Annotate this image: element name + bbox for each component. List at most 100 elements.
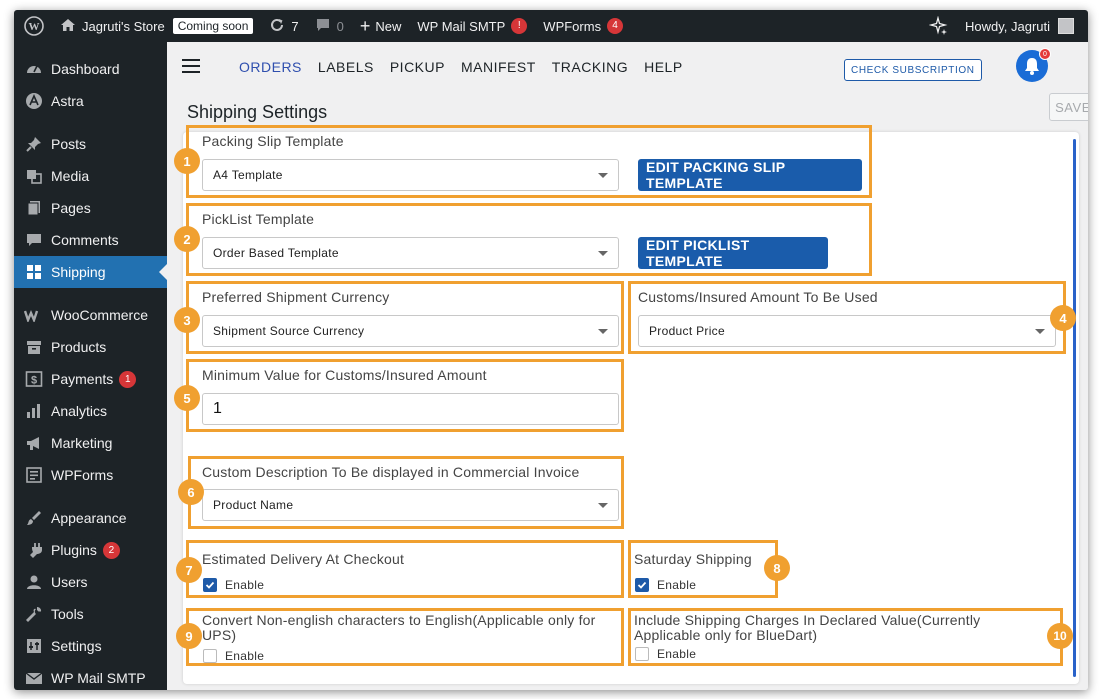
customs-amount-select[interactable]: Product Price	[638, 315, 1056, 347]
updates-link[interactable]: 7	[261, 10, 306, 42]
tab-pickup[interactable]: PICKUP	[390, 59, 445, 75]
sidebar-item-products[interactable]: Products	[14, 331, 167, 363]
chevron-down-icon	[598, 329, 608, 334]
saturday-checkbox[interactable]: Enable	[635, 578, 696, 592]
scrollbar[interactable]	[1073, 139, 1076, 677]
customs-amount-value: Product Price	[649, 324, 725, 338]
edit-picklist-button[interactable]: EDIT PICKLIST TEMPLATE	[638, 237, 828, 269]
plus-icon: +	[359, 16, 371, 36]
tab-manifest[interactable]: MANIFEST	[461, 59, 536, 75]
plugins-badge: 2	[102, 541, 120, 559]
sidebar-item-marketing[interactable]: Marketing	[14, 427, 167, 459]
sidebar-item-label: Payments	[51, 371, 114, 387]
sidebar-item-dashboard[interactable]: Dashboard	[14, 53, 167, 85]
sidebar-item-label: WooCommerce	[51, 307, 148, 323]
currency-select[interactable]: Shipment Source Currency	[202, 315, 619, 347]
tab-orders[interactable]: ORDERS	[239, 59, 302, 75]
sidebar-item-analytics[interactable]: Analytics	[14, 395, 167, 427]
chevron-down-icon	[598, 503, 608, 508]
wpforms-link[interactable]: WPForms 4	[535, 10, 631, 42]
checkmark-icon	[203, 578, 217, 592]
sidebar-item-posts[interactable]: Posts	[14, 128, 167, 160]
min-value-input[interactable]: 1	[202, 393, 619, 425]
mail-icon	[24, 668, 44, 688]
shipping-charges-checkbox[interactable]: Enable	[635, 647, 696, 661]
new-content-link[interactable]: + New	[352, 10, 410, 42]
chevron-down-icon	[1035, 329, 1045, 334]
astra-icon	[24, 91, 44, 111]
page-title: Shipping Settings	[187, 102, 328, 122]
tab-help[interactable]: HELP	[644, 59, 683, 75]
sidebar-item-settings[interactable]: Settings	[14, 630, 167, 662]
sidebar-item-comments[interactable]: Comments	[14, 224, 167, 256]
edit-packing-slip-button[interactable]: EDIT PACKING SLIP TEMPLATE	[638, 159, 862, 191]
tab-labels[interactable]: LABELS	[318, 59, 374, 75]
callout-marker-4: 4	[1050, 305, 1076, 331]
sidebar-item-shipping[interactable]: Shipping	[14, 256, 167, 288]
est-delivery-label: Estimated Delivery At Checkout	[202, 551, 405, 567]
sidebar-item-wpforms[interactable]: WPForms	[14, 459, 167, 491]
sidebar-item-users[interactable]: Users	[14, 566, 167, 598]
non-english-label-line1: Convert Non-english characters to Englis…	[202, 612, 596, 628]
sidebar-item-label: Pages	[51, 200, 91, 216]
callout-marker-10: 10	[1047, 623, 1073, 649]
menu-toggle-icon[interactable]	[182, 59, 200, 77]
brush-icon	[24, 508, 44, 528]
plugin-nav: ORDERS LABELS PICKUP MANIFEST TRACKING H…	[239, 59, 699, 75]
min-value-label: Minimum Value for Customs/Insured Amount	[202, 367, 487, 383]
callout-marker-1: 1	[174, 148, 200, 174]
est-delivery-checkbox[interactable]: Enable	[203, 578, 264, 592]
sidebar-item-appearance[interactable]: Appearance	[14, 502, 167, 534]
sidebar-item-payments[interactable]: $ Payments 1	[14, 363, 167, 395]
sidebar-item-pages[interactable]: Pages	[14, 192, 167, 224]
admin-bar: W Jagruti's Store Coming soon 7 0 + New	[14, 10, 1088, 42]
megaphone-icon	[24, 433, 44, 453]
custom-description-select[interactable]: Product Name	[202, 489, 619, 521]
callout-marker-6: 6	[178, 479, 204, 505]
media-icon	[24, 166, 44, 186]
wpforms-label: WPForms	[543, 18, 602, 34]
sidebar-item-label: Products	[51, 339, 107, 355]
packing-slip-label: Packing Slip Template	[202, 133, 344, 149]
sidebar-item-label: Appearance	[51, 510, 127, 526]
non-english-label: Convert Non-english characters to Englis…	[202, 613, 596, 643]
chevron-down-icon	[598, 251, 608, 256]
packing-slip-select[interactable]: A4 Template	[202, 159, 619, 191]
tab-tracking[interactable]: TRACKING	[552, 59, 628, 75]
non-english-checkbox[interactable]: Enable	[203, 649, 264, 663]
sidebar-item-label: Media	[51, 168, 90, 184]
notifications-badge: 0	[1039, 48, 1051, 60]
ai-sparkle-icon[interactable]	[921, 10, 957, 42]
sidebar-item-label: Posts	[51, 136, 87, 152]
refresh-icon	[269, 17, 285, 36]
admin-sidebar: Dashboard Astra Posts Media Pages Commen…	[14, 42, 167, 690]
comments-link[interactable]: 0	[307, 10, 352, 42]
sidebar-item-label: Plugins	[51, 542, 97, 558]
custom-description-label: Custom Description To Be displayed in Co…	[202, 464, 580, 480]
bar-chart-icon	[24, 401, 44, 421]
picklist-select[interactable]: Order Based Template	[202, 237, 619, 269]
dashboard-icon	[24, 59, 44, 79]
main-content: ORDERS LABELS PICKUP MANIFEST TRACKING H…	[167, 42, 1088, 690]
saturday-check-label: Enable	[657, 578, 697, 592]
account-menu[interactable]: Howdy, Jagruti	[957, 10, 1088, 42]
picklist-value: Order Based Template	[213, 246, 339, 260]
sidebar-item-plugins[interactable]: Plugins 2	[14, 534, 167, 566]
updates-count: 7	[291, 18, 299, 34]
dollar-icon: $	[24, 369, 44, 389]
sidebar-item-tools[interactable]: Tools	[14, 598, 167, 630]
sidebar-item-woocommerce[interactable]: WooCommerce	[14, 299, 167, 331]
wordpress-logo-icon[interactable]: W	[14, 10, 52, 42]
payments-badge: 1	[119, 370, 137, 388]
site-name-link[interactable]: Jagruti's Store Coming soon	[52, 10, 261, 42]
packing-slip-value: A4 Template	[213, 168, 283, 182]
save-button[interactable]: SAVE	[1049, 93, 1088, 121]
check-subscription-button[interactable]: CHECK SUBSCRIPTION	[844, 59, 982, 81]
woo-icon	[24, 305, 44, 325]
sidebar-item-wp-mail-smtp[interactable]: WP Mail SMTP	[14, 662, 167, 690]
browser-frame: W Jagruti's Store Coming soon 7 0 + New	[14, 10, 1088, 690]
sidebar-item-media[interactable]: Media	[14, 160, 167, 192]
chevron-down-icon	[598, 173, 608, 178]
wp-mail-smtp-link[interactable]: WP Mail SMTP !	[409, 10, 535, 42]
sidebar-item-astra[interactable]: Astra	[14, 85, 167, 117]
